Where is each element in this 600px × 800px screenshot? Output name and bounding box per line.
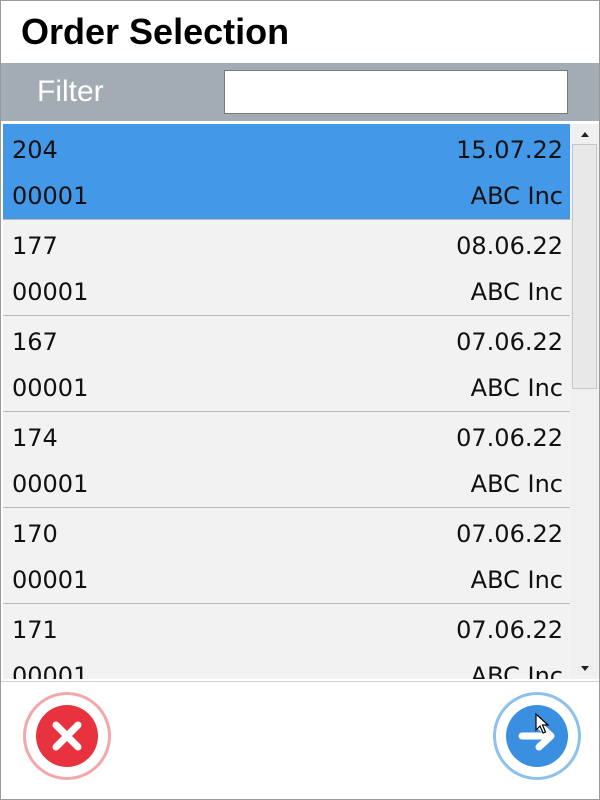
order-row[interactable]: 204 15.07.22 00001 ABC Inc [3, 124, 570, 220]
filter-bar: Filter [1, 63, 599, 121]
scroll-down-button[interactable] [572, 660, 597, 677]
order-row[interactable]: 174 07.06.22 00001 ABC Inc [3, 412, 570, 508]
order-customer: ABC Inc [470, 278, 563, 306]
order-customer: ABC Inc [470, 470, 563, 498]
order-date: 08.06.22 [456, 232, 563, 260]
cancel-button[interactable] [23, 692, 111, 780]
order-code: 00001 [12, 470, 89, 498]
order-number: 174 [12, 424, 58, 452]
arrow-up-icon [580, 132, 589, 137]
order-date: 07.06.22 [456, 328, 563, 356]
order-code: 00001 [12, 566, 89, 594]
scroll-up-button[interactable] [572, 126, 597, 143]
footer-bar [1, 681, 599, 799]
order-row[interactable]: 171 07.06.22 00001 ABC Inc [3, 604, 570, 679]
mouse-pointer-icon [535, 713, 550, 734]
order-number: 170 [12, 520, 58, 548]
order-date: 07.06.22 [456, 424, 563, 452]
next-button[interactable] [493, 692, 581, 780]
order-date: 07.06.22 [456, 520, 563, 548]
order-number: 167 [12, 328, 58, 356]
order-list: 204 15.07.22 00001 ABC Inc 177 08.06.22 … [3, 124, 570, 679]
order-number: 171 [12, 616, 58, 644]
order-code: 00001 [12, 374, 89, 402]
list-scrollbar[interactable] [570, 124, 599, 679]
order-date: 15.07.22 [456, 136, 563, 164]
order-number: 204 [12, 136, 58, 164]
page-title: Order Selection [21, 11, 290, 52]
filter-input[interactable] [224, 70, 568, 114]
close-icon [36, 705, 98, 767]
arrow-down-icon [580, 666, 589, 671]
order-row[interactable]: 167 07.06.22 00001 ABC Inc [3, 316, 570, 412]
scroll-thumb[interactable] [572, 144, 597, 389]
order-customer: ABC Inc [470, 182, 563, 210]
order-code: 00001 [12, 662, 89, 679]
order-code: 00001 [12, 278, 89, 306]
order-code: 00001 [12, 182, 89, 210]
order-customer: ABC Inc [470, 662, 563, 679]
filter-label: Filter [37, 75, 104, 108]
order-number: 177 [12, 232, 58, 260]
order-row[interactable]: 177 08.06.22 00001 ABC Inc [3, 220, 570, 316]
order-customer: ABC Inc [470, 374, 563, 402]
order-selection-window: Order Selection Filter 204 15.07.22 0000… [0, 0, 600, 800]
order-date: 07.06.22 [456, 616, 563, 644]
order-row[interactable]: 170 07.06.22 00001 ABC Inc [3, 508, 570, 604]
order-customer: ABC Inc [470, 566, 563, 594]
